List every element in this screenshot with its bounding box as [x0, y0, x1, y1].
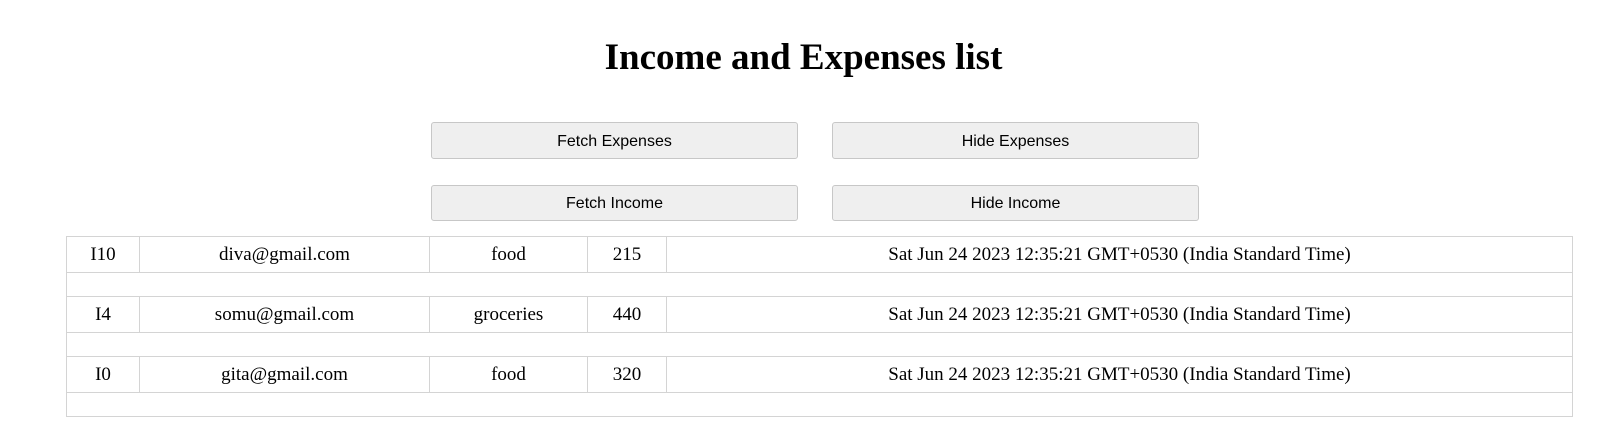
row-date-cell: Sat Jun 24 2023 12:35:21 GMT+0530 (India…	[666, 296, 1573, 333]
hide-income-button[interactable]: Hide Income	[832, 185, 1199, 221]
row-amount-cell: 320	[587, 356, 667, 393]
row-id-cell: I10	[66, 236, 140, 273]
row-category-cell: groceries	[429, 296, 588, 333]
table-spacer-row	[66, 392, 1573, 417]
row-amount-cell: 440	[587, 296, 667, 333]
row-category-cell: food	[429, 356, 588, 393]
page-title: Income and Expenses list	[604, 37, 1003, 78]
row-date-cell: Sat Jun 24 2023 12:35:21 GMT+0530 (India…	[666, 236, 1573, 273]
row-email-cell: gita@gmail.com	[139, 356, 430, 393]
table-row: I4 somu@gmail.com groceries 440 Sat Jun …	[66, 296, 1573, 333]
row-date-cell: Sat Jun 24 2023 12:35:21 GMT+0530 (India…	[666, 356, 1573, 393]
hide-expenses-button[interactable]: Hide Expenses	[832, 122, 1199, 159]
spacer-cell	[66, 332, 1573, 357]
row-email-cell: diva@gmail.com	[139, 236, 430, 273]
fetch-expenses-button[interactable]: Fetch Expenses	[431, 122, 798, 159]
table-spacer-row	[66, 332, 1573, 357]
row-id-cell: I4	[66, 296, 140, 333]
table-row: I0 gita@gmail.com food 320 Sat Jun 24 20…	[66, 356, 1573, 393]
row-id-cell: I0	[66, 356, 140, 393]
row-email-cell: somu@gmail.com	[139, 296, 430, 333]
spacer-cell	[66, 272, 1573, 297]
row-category-cell: food	[429, 236, 588, 273]
table-spacer-row	[66, 272, 1573, 297]
row-amount-cell: 215	[587, 236, 667, 273]
income-expenses-table: I10 diva@gmail.com food 215 Sat Jun 24 2…	[66, 236, 1573, 417]
fetch-income-button[interactable]: Fetch Income	[431, 185, 798, 221]
table-row: I10 diva@gmail.com food 215 Sat Jun 24 2…	[66, 236, 1573, 273]
spacer-cell	[66, 392, 1573, 417]
